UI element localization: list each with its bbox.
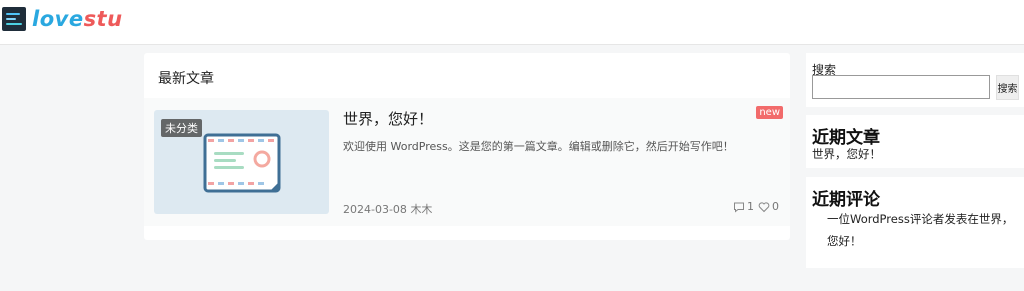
search-button[interactable]: 搜索 <box>996 75 1019 100</box>
recent-post-link[interactable]: 世界，您好！ <box>812 146 881 162</box>
comment-icon <box>734 202 744 213</box>
top-header: lovestu <box>0 0 1024 45</box>
post-author[interactable]: 木木 <box>410 203 432 216</box>
post-date: 2024-03-08 <box>343 203 407 216</box>
search-widget: 搜索 搜索 <box>806 53 1024 107</box>
terminal-logo-icon <box>2 7 26 31</box>
logo-text-part1: love <box>32 7 84 31</box>
recent-comments-widget: 近期评论 一位WordPress评论者发表在世界，您好！ <box>806 177 1024 268</box>
browser-window-illustration <box>203 133 281 193</box>
post-thumbnail[interactable]: 未分类 <box>154 110 329 214</box>
logo-text-part2: stu <box>83 7 123 31</box>
post-title-link[interactable]: 世界，您好！ <box>343 108 433 129</box>
site-logo[interactable]: lovestu <box>2 7 123 31</box>
heart-icon[interactable] <box>758 201 770 213</box>
comment-count[interactable]: 1 <box>747 200 754 213</box>
category-tag[interactable]: 未分类 <box>161 119 202 137</box>
post-stats: 1 0 <box>733 200 779 213</box>
recent-comments-title: 近期评论 <box>812 190 880 210</box>
post-meta: 2024-03-08 木木 <box>343 201 432 217</box>
recent-comment-item[interactable]: 一位WordPress评论者发表在世界，您好！ <box>827 208 1017 252</box>
like-count: 0 <box>772 200 779 213</box>
recent-posts-widget: 近期文章 世界，您好！ <box>806 115 1024 168</box>
post-excerpt: 欢迎使用 WordPress。这是您的第一篇文章。编辑或删除它，然后开始写作吧！ <box>343 140 734 153</box>
search-input[interactable] <box>812 75 990 99</box>
section-title: 最新文章 <box>158 71 214 87</box>
post-item[interactable]: 未分类 世界，您好！ 欢迎使用 WordPress。这是您的第一篇文章。编辑或删… <box>144 98 790 226</box>
site-logo-text: lovestu <box>32 7 123 31</box>
new-badge: new <box>756 106 783 119</box>
recent-posts-title: 近期文章 <box>812 128 880 148</box>
latest-posts-card: 最新文章 未分类 世界，您好！ 欢迎使用 WordPress。这是您的第一篇文章… <box>144 53 790 240</box>
